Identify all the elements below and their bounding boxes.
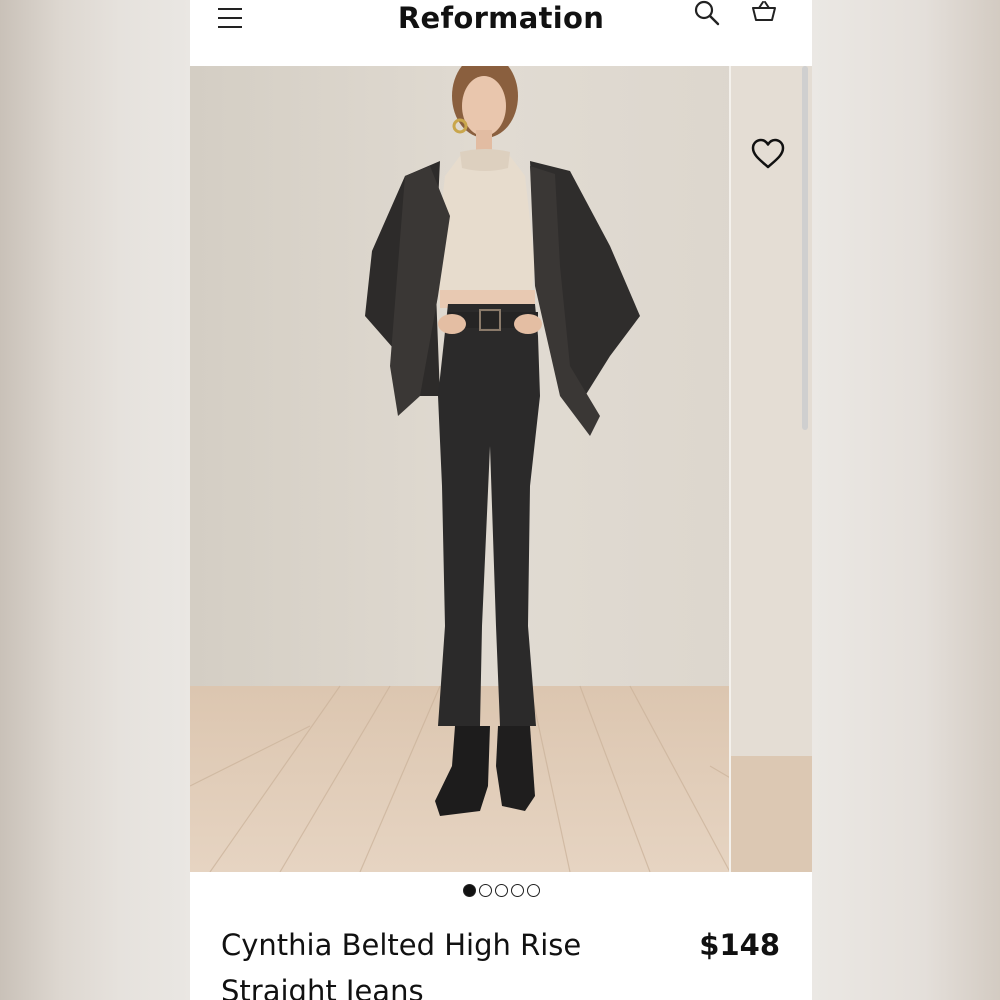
shopping-bag-icon[interactable] [751, 0, 777, 22]
search-icon[interactable] [694, 0, 720, 26]
gallery-dot-4[interactable] [510, 884, 524, 897]
product-title: Cynthia Belted High Rise Straight Jeans [221, 928, 582, 1000]
product-price: $148 [699, 928, 780, 962]
product-image-gallery[interactable] [190, 66, 812, 872]
gallery-dot-1[interactable] [462, 884, 476, 897]
phone-screen: Reformation Cynthia Belted High Rise Str… [190, 0, 812, 1000]
top-navigation-bar: Reformation [190, 0, 812, 66]
vertical-scrollbar[interactable] [802, 66, 808, 430]
background-right [812, 0, 1000, 1000]
gallery-dot-2[interactable] [478, 884, 492, 897]
heart-icon[interactable] [750, 138, 786, 170]
gallery-dot-5[interactable] [526, 884, 540, 897]
gallery-dot-3[interactable] [494, 884, 508, 897]
product-image[interactable] [190, 66, 812, 872]
gallery-pagination-dots [190, 884, 812, 897]
